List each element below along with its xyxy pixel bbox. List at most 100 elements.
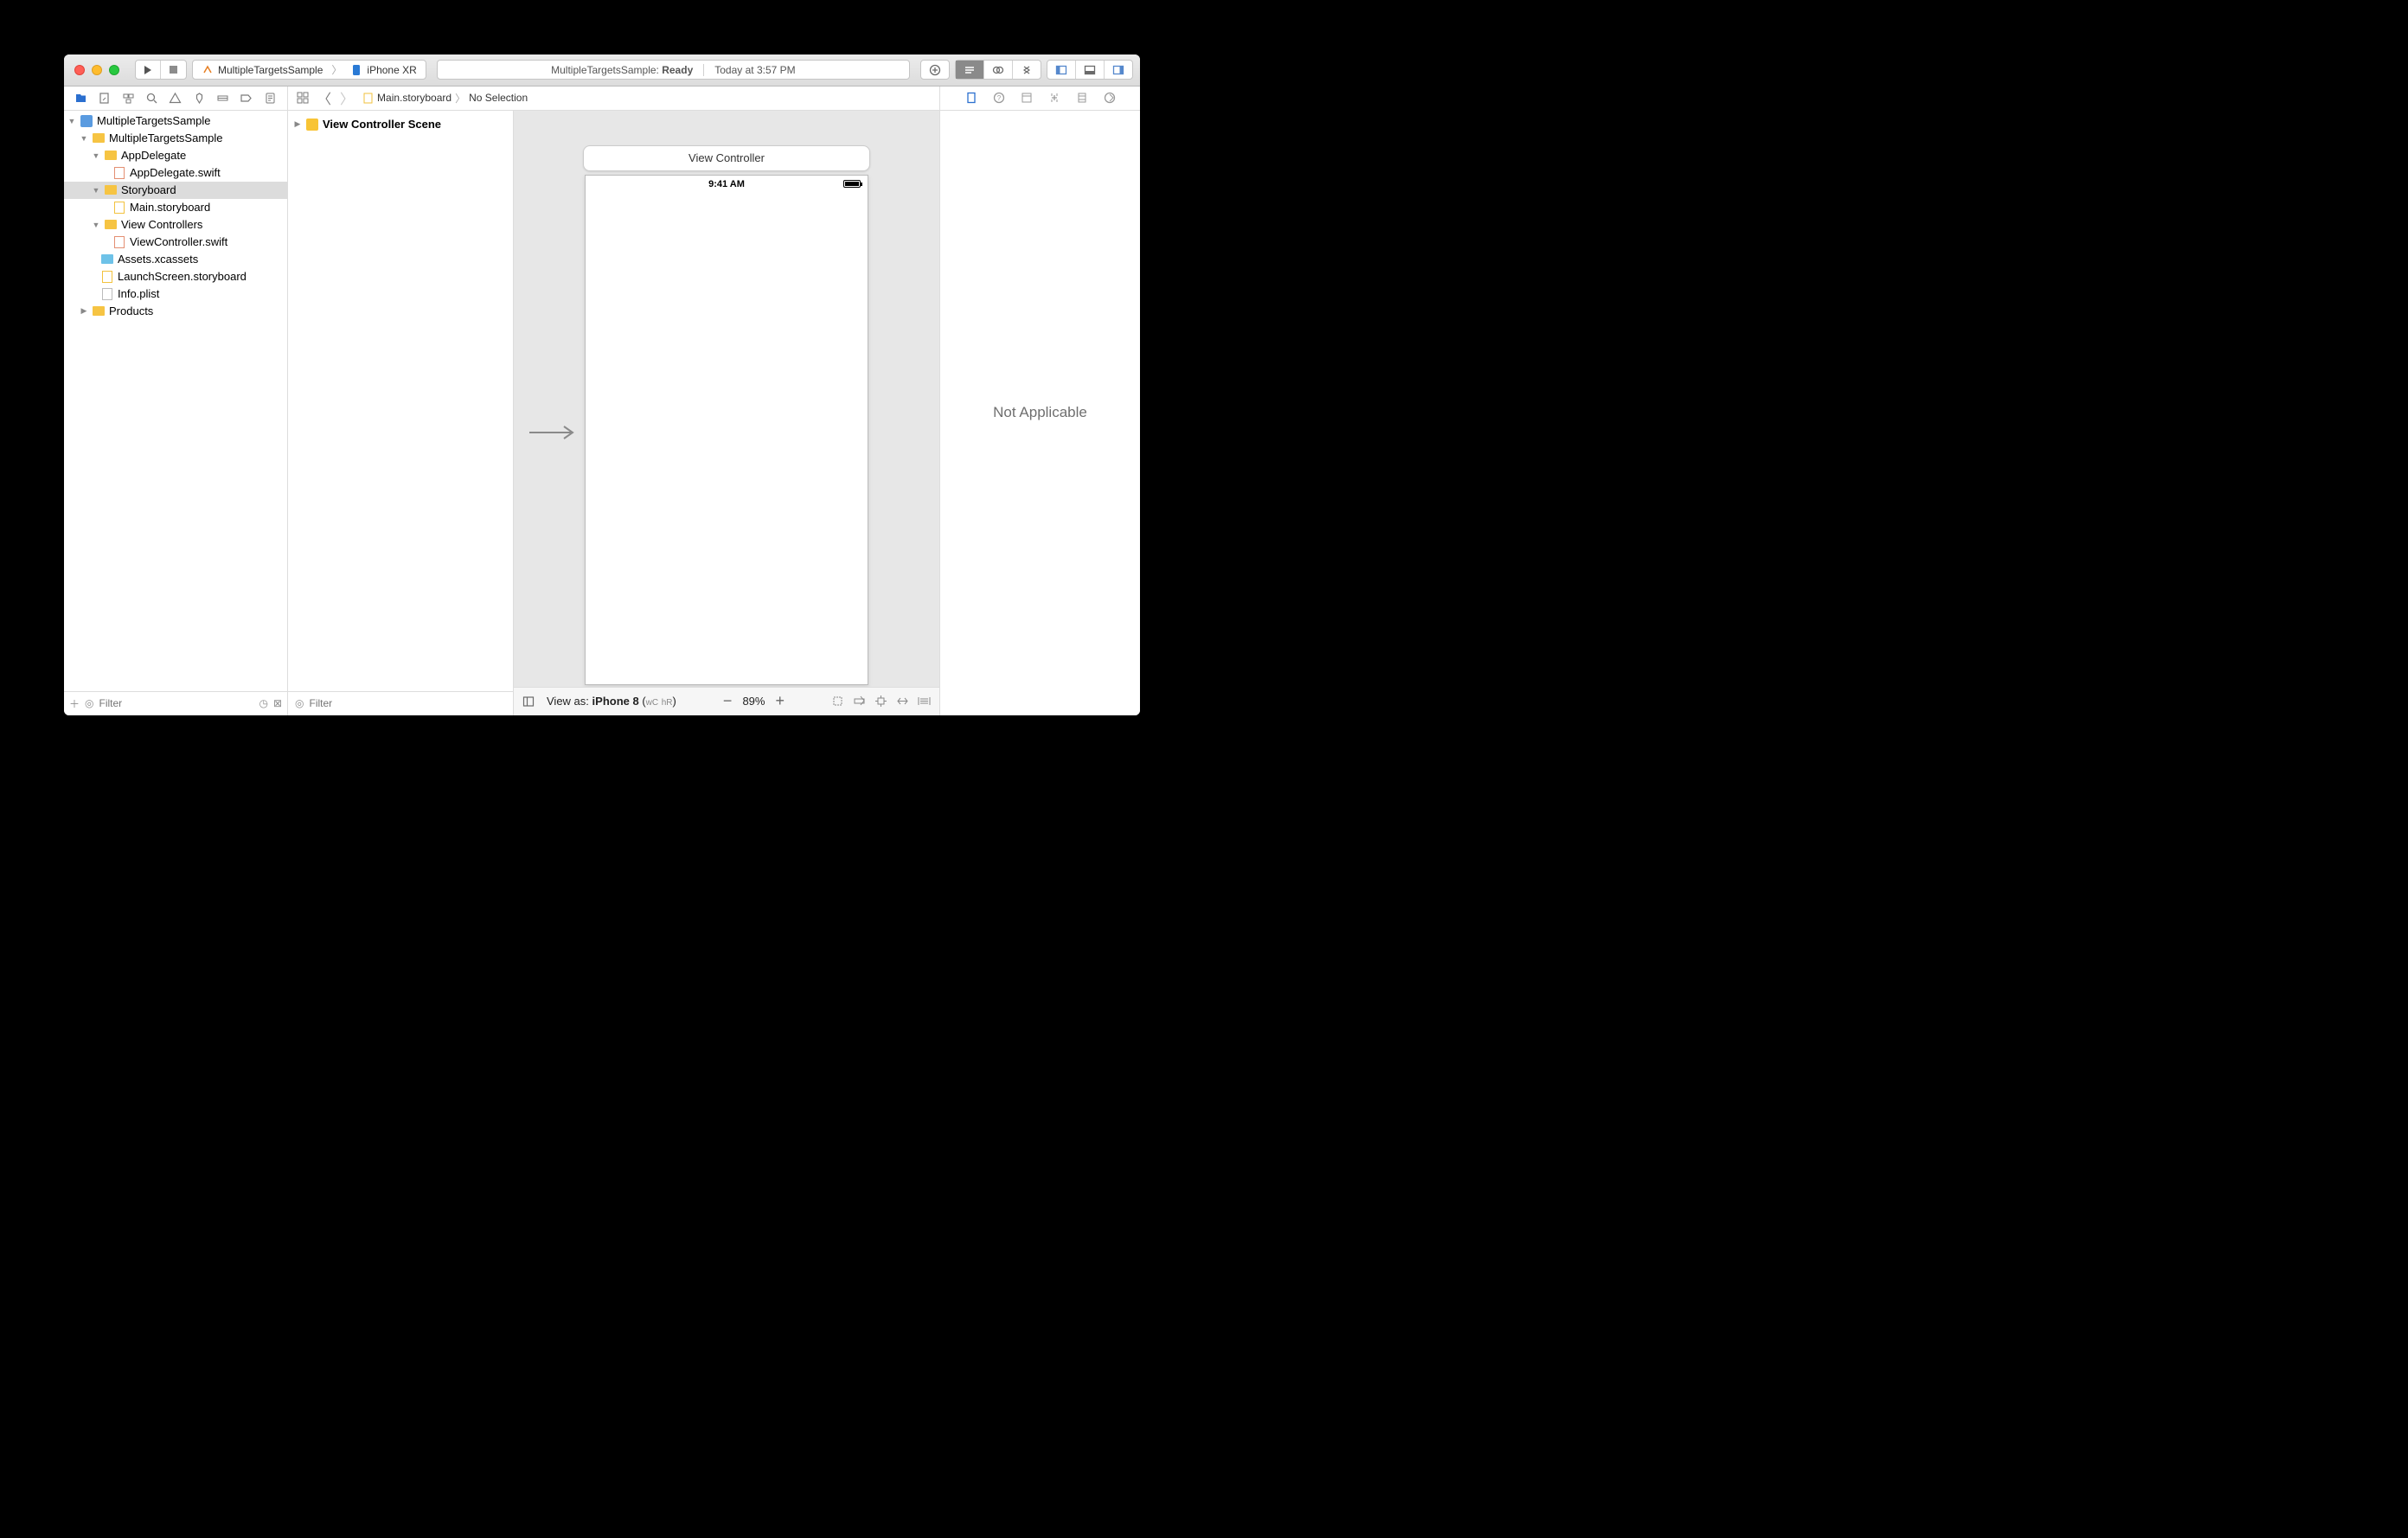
zoom-in-button[interactable]: + [775, 692, 785, 710]
run-stop-group [135, 60, 187, 80]
assistant-editor-button[interactable] [984, 61, 1013, 79]
zoom-level[interactable]: 89% [742, 695, 765, 708]
jump-bar: 〈 〉 Main.storyboard 〉 No Selection [288, 87, 939, 111]
nav-back-button[interactable]: 〈 [317, 87, 331, 108]
scm-filter-button[interactable]: ⊠ [273, 697, 282, 709]
nav-forward-button[interactable]: 〉 [340, 87, 354, 108]
outline-filter-bar: ◎ [288, 691, 513, 715]
xcode-window: MultipleTargetsSample 〉 iPhone XR Multip… [64, 54, 1140, 715]
attributes-inspector-tab[interactable] [1048, 92, 1060, 104]
find-navigator-tab[interactable] [143, 92, 162, 105]
breakpoint-navigator-tab[interactable] [237, 92, 256, 105]
window-controls [74, 65, 119, 75]
zoom-window-button[interactable] [109, 65, 119, 75]
view-controller-view[interactable]: 9:41 AM [585, 175, 868, 685]
svg-text:?: ? [996, 94, 1001, 102]
help-inspector-tab[interactable]: ? [993, 92, 1005, 104]
app-icon [202, 64, 214, 76]
outline-scene-row[interactable]: ▶ View Controller Scene [293, 116, 508, 133]
toolbar: MultipleTargetsSample 〉 iPhone XR Multip… [64, 54, 1140, 87]
status-time: Today at 3:57 PM [714, 64, 795, 76]
toggle-outline-button[interactable] [522, 695, 535, 708]
report-navigator-tab[interactable] [260, 92, 279, 105]
connections-inspector-tab[interactable] [1104, 92, 1116, 104]
device-name: iPhone XR [367, 64, 416, 76]
interface-builder-canvas: View Controller 9:41 AM View as: [514, 111, 939, 715]
tree-file-appdelegate[interactable]: AppDelegate.swift [64, 164, 287, 182]
view-as-control[interactable]: View as: iPhone 8 (wC hR) [547, 695, 676, 708]
size-inspector-tab[interactable] [1076, 92, 1088, 104]
panel-toggle-group [1047, 60, 1133, 80]
library-group [920, 60, 950, 80]
standard-editor-button[interactable] [956, 61, 984, 79]
stop-icon [170, 66, 177, 74]
toggle-navigator-button[interactable] [1047, 61, 1076, 79]
activity-viewer: MultipleTargetsSample: Ready Today at 3:… [437, 60, 910, 80]
pin-constraints-button[interactable] [874, 695, 887, 708]
toggle-inspector-button[interactable] [1105, 61, 1132, 79]
library-button[interactable] [921, 61, 949, 79]
version-editor-button[interactable] [1013, 61, 1041, 79]
add-button[interactable]: ＋ [69, 696, 80, 711]
toggle-debug-button[interactable] [1076, 61, 1105, 79]
tree-file-main-storyboard[interactable]: Main.storyboard [64, 199, 287, 216]
tree-group-appdelegate[interactable]: ▼AppDelegate [64, 147, 287, 164]
storyboard-file-icon [362, 93, 374, 104]
project-tree[interactable]: ▼MultipleTargetsSample ▼MultipleTargetsS… [64, 111, 287, 691]
scheme-selector[interactable]: MultipleTargetsSample 〉 iPhone XR [192, 60, 426, 80]
zoom-out-button[interactable]: − [723, 692, 733, 710]
scene-title-bar[interactable]: View Controller [583, 145, 870, 171]
issue-navigator-tab[interactable] [166, 92, 185, 105]
project-navigator-tab[interactable] [72, 92, 91, 105]
filter-icon: ◎ [85, 697, 93, 709]
resolve-constraints-button[interactable] [896, 695, 909, 708]
outline-tree[interactable]: ▶ View Controller Scene [288, 111, 513, 691]
align-button[interactable] [853, 695, 866, 708]
jump-bar-path[interactable]: Main.storyboard 〉 No Selection [362, 91, 528, 106]
status-text: MultipleTargetsSample: Ready [551, 64, 693, 76]
simulated-status-bar: 9:41 AM [586, 176, 868, 193]
source-control-navigator-tab[interactable] [95, 92, 114, 105]
identity-inspector-tab[interactable] [1021, 92, 1033, 104]
navigator-panel: ▼MultipleTargetsSample ▼MultipleTargetsS… [64, 87, 288, 715]
embed-stack-button[interactable] [918, 695, 931, 708]
canvas-bottom-bar: View as: iPhone 8 (wC hR) − 89% + [514, 687, 939, 715]
main-body: ▼MultipleTargetsSample ▼MultipleTargetsS… [64, 87, 1140, 715]
tree-file-launchscreen[interactable]: LaunchScreen.storyboard [64, 268, 287, 285]
chevron-right-icon: 〉 [455, 91, 465, 106]
symbol-navigator-tab[interactable] [118, 92, 138, 105]
related-items-button[interactable] [297, 92, 309, 104]
stop-button[interactable] [161, 61, 186, 79]
run-button[interactable] [136, 61, 161, 79]
outline-filter-input[interactable] [309, 697, 506, 709]
entry-point-arrow-icon [528, 422, 580, 443]
play-icon [144, 66, 151, 74]
tree-group-viewcontrollers[interactable]: ▼View Controllers [64, 216, 287, 234]
navigator-tabs [64, 87, 287, 111]
navigator-filter-bar: ＋ ◎ ◷ ⊠ [64, 691, 287, 715]
filter-icon: ◎ [295, 697, 304, 709]
recent-filter-button[interactable]: ◷ [259, 697, 267, 709]
navigator-filter-input[interactable] [99, 697, 254, 709]
tree-file-viewcontroller[interactable]: ViewController.swift [64, 234, 287, 251]
minimize-window-button[interactable] [92, 65, 102, 75]
inspector-tabs: ? [940, 87, 1140, 111]
close-window-button[interactable] [74, 65, 85, 75]
zoom-controls: − 89% + [723, 692, 785, 710]
tree-project-root[interactable]: ▼MultipleTargetsSample [64, 112, 287, 130]
test-navigator-tab[interactable] [189, 92, 208, 105]
toolbar-right [920, 60, 1133, 80]
canvas-viewport[interactable]: View Controller 9:41 AM [514, 111, 939, 687]
embed-in-button[interactable] [831, 695, 844, 708]
scheme-name: MultipleTargetsSample [218, 64, 323, 76]
tree-group-main[interactable]: ▼MultipleTargetsSample [64, 130, 287, 147]
tree-file-infoplist[interactable]: Info.plist [64, 285, 287, 303]
debug-navigator-tab[interactable] [214, 92, 233, 105]
tree-file-assets[interactable]: Assets.xcassets [64, 251, 287, 268]
file-inspector-tab[interactable] [965, 92, 977, 104]
editor-mode-group [955, 60, 1041, 80]
tree-group-storyboard[interactable]: ▼Storyboard [64, 182, 287, 199]
tree-group-products[interactable]: ▶Products [64, 303, 287, 320]
device-icon [350, 64, 362, 76]
scene-icon [306, 119, 318, 131]
